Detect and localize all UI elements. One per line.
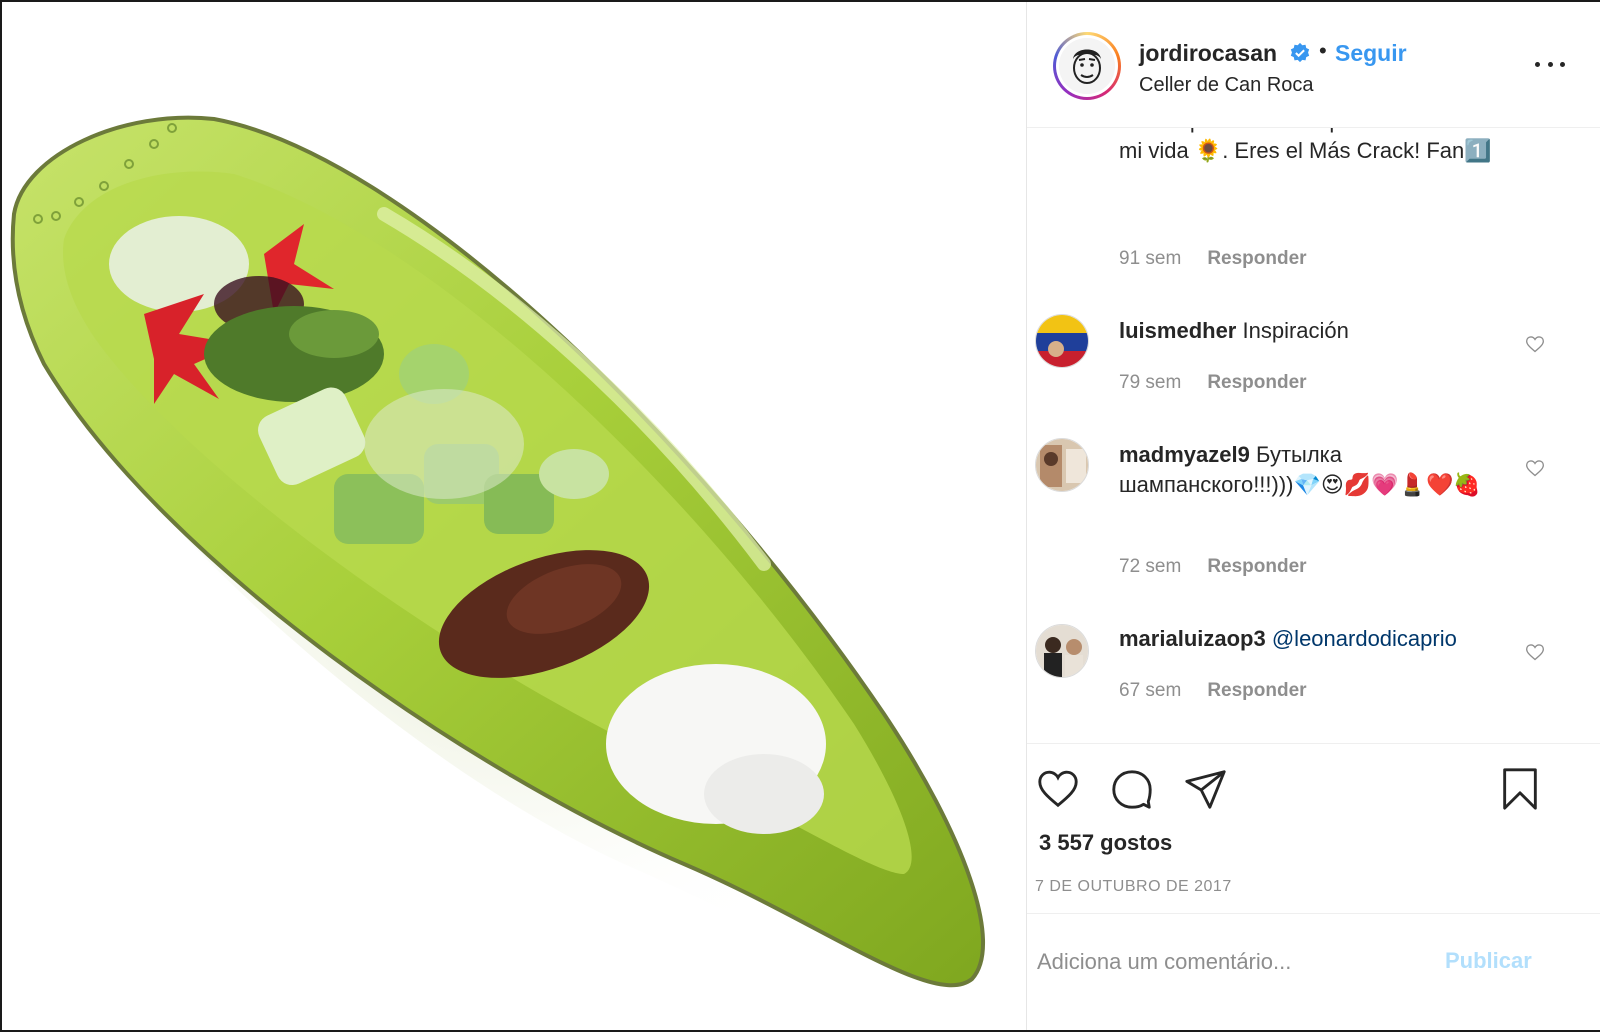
instagram-post: jordirocasan • Seguir Celler de Can Roca…: [0, 0, 1600, 1032]
dish-illustration: [10, 115, 986, 994]
post-sidebar: jordirocasan • Seguir Celler de Can Roca…: [1026, 2, 1600, 1030]
author-username[interactable]: jordirocasan: [1139, 40, 1277, 67]
post-photo[interactable]: [4, 4, 1026, 1030]
add-comment-bar: Publicar: [1027, 914, 1600, 1030]
comment-icon[interactable]: [1109, 766, 1155, 812]
publish-button[interactable]: Publicar: [1445, 948, 1532, 974]
comment-mention-link[interactable]: @leonardodicaprio: [1272, 626, 1457, 651]
reply-button[interactable]: Responder: [1207, 372, 1306, 393]
likes-count[interactable]: 3 557 gostos: [1039, 830, 1172, 856]
reply-button[interactable]: Responder: [1207, 556, 1306, 577]
heart-icon[interactable]: [1035, 766, 1081, 812]
comment-like-icon[interactable]: [1525, 642, 1545, 662]
comments-list[interactable]: más impresionantes que he comido en mi v…: [1027, 128, 1600, 744]
reply-button[interactable]: Responder: [1207, 248, 1306, 269]
caption-time: 91 sem: [1119, 248, 1182, 269]
comment-username[interactable]: marialuizaop3: [1119, 626, 1266, 651]
comment-time: 72 sem: [1119, 556, 1182, 577]
comment-input[interactable]: [1037, 942, 1437, 982]
post-location[interactable]: Celler de Can Roca: [1139, 74, 1314, 97]
comment-username[interactable]: luismedher: [1119, 318, 1236, 343]
comment-time: 67 sem: [1119, 680, 1182, 701]
verified-badge-icon: [1290, 42, 1310, 63]
header-separator: •: [1319, 38, 1327, 63]
comment-text: madmyazel9 Бутылка шампанского!!!)))💎😍💋💗…: [1119, 440, 1519, 500]
commenter-avatar[interactable]: [1035, 624, 1089, 678]
share-icon[interactable]: [1183, 766, 1229, 812]
post-header: jordirocasan • Seguir Celler de Can Roca: [1027, 2, 1600, 128]
comment-text: luismedher Inspiración: [1119, 316, 1519, 346]
comment-body: Inspiración: [1242, 318, 1349, 343]
follow-button[interactable]: Seguir: [1335, 40, 1407, 67]
comment-username[interactable]: madmyazel9: [1119, 442, 1250, 467]
author-avatar[interactable]: [1053, 32, 1121, 100]
comment-like-icon[interactable]: [1525, 334, 1545, 354]
caption-text: más impresionantes que he comido en mi v…: [1119, 128, 1497, 163]
post-actions: 3 557 gostos 7 DE OUTUBRO DE 2017: [1027, 744, 1600, 914]
comment-time: 79 sem: [1119, 372, 1182, 393]
commenter-avatar[interactable]: [1035, 438, 1089, 492]
bookmark-icon[interactable]: [1497, 766, 1543, 812]
comment-meta: 79 sem Responder: [1119, 372, 1307, 394]
caption-meta: 91 sem Responder: [1119, 248, 1307, 270]
author-caricature-icon: [1059, 38, 1115, 94]
comment-text: marialuizaop3 @leonardodicaprio: [1119, 624, 1519, 654]
comment-like-icon[interactable]: [1525, 458, 1545, 478]
comment-meta: 72 sem Responder: [1119, 556, 1307, 578]
comment-meta: 67 sem Responder: [1119, 680, 1307, 702]
post-date[interactable]: 7 DE OUTUBRO DE 2017: [1035, 878, 1232, 896]
commenter-avatar[interactable]: [1035, 314, 1089, 368]
reply-button[interactable]: Responder: [1207, 680, 1306, 701]
more-options-icon[interactable]: [1535, 54, 1565, 74]
